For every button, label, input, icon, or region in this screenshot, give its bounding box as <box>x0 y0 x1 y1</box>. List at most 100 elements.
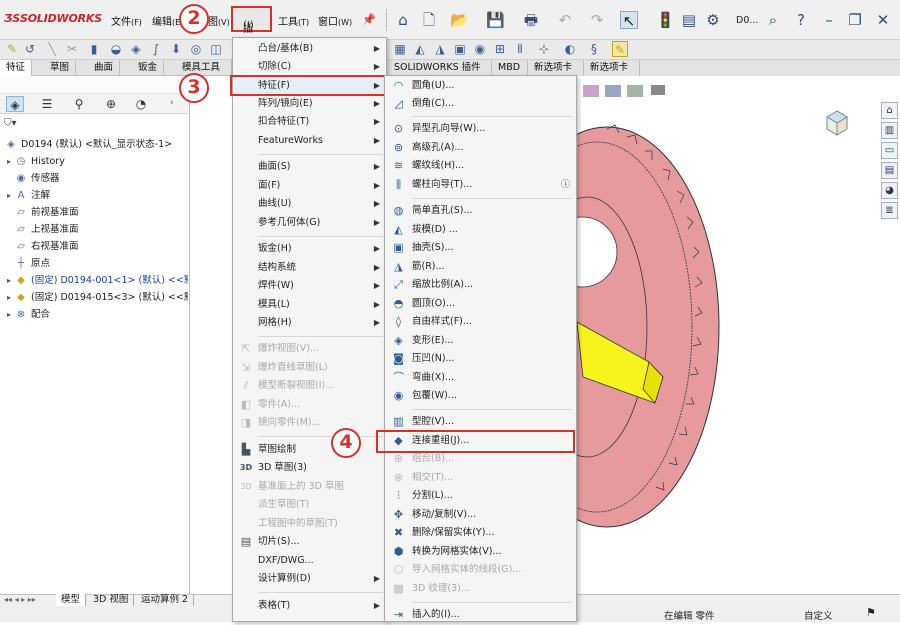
menu-item-fastening-features[interactable]: 扣合特征(T) ▶ <box>233 113 386 131</box>
menu-item-flex[interactable]: ⌒ 弯曲(X)... <box>385 369 576 388</box>
menu-item-scale[interactable]: ⤢ 缩放比例(A)... <box>385 276 576 295</box>
menu-item-shell[interactable]: ▣ 抽壳(S)... <box>385 239 576 258</box>
rib-tool-icon[interactable]: ◭ <box>412 41 428 57</box>
configuration-manager-tab-icon[interactable]: ⚲ <box>70 96 88 112</box>
tab-sheet-metal[interactable]: 钣金 <box>132 60 165 76</box>
menu-item-convert-to-mesh[interactable]: ⬢ 转换为网格实体(V)... <box>385 543 576 562</box>
menu-item-hole-wizard[interactable]: ⊙ 异型孔向导(W)... <box>385 120 576 139</box>
boundary-icon[interactable]: ◫ <box>208 41 224 57</box>
menu-item-simple-hole[interactable]: ◍ 简单直孔(S)... <box>385 202 576 221</box>
menu-item-sketch[interactable]: ▙ 草图绘制 <box>233 441 386 459</box>
tab-mbd[interactable]: MBD <box>492 60 528 76</box>
units-menu-icon[interactable]: ⚑ <box>866 606 876 619</box>
save-icon[interactable]: 💾 <box>486 11 505 29</box>
menu-item-structure-system[interactable]: 结构系统 ▶ <box>233 259 386 277</box>
menu-item-3d-texture[interactable]: ▩ 3D 纹理(3)... <box>385 580 576 599</box>
line-tool-icon[interactable]: ╲ <box>44 41 60 57</box>
minimize-icon[interactable]: – <box>820 11 838 29</box>
menu-item-sheet-metal[interactable]: 钣金(H) ▶ <box>233 240 386 258</box>
menu-item-deform[interactable]: ◈ 变形(E)... <box>385 332 576 351</box>
shell-tool-icon[interactable]: ▣ <box>452 41 468 57</box>
menu-item-cut[interactable]: 切除(C) ▶ <box>233 58 386 76</box>
search-icon[interactable]: ⌕ <box>764 11 782 29</box>
menu-item-3d-sketch[interactable]: 3D 3D 草图(3) <box>233 459 386 477</box>
menu-item-draft[interactable]: ◭ 拔模(D) ... <box>385 221 576 240</box>
tree-item-front-plane[interactable]: ▱ 前视基准面 <box>4 204 78 221</box>
tab-mold-tools[interactable]: 模具工具 <box>176 60 232 76</box>
tree-item-component-015[interactable]: ▸ ◆ (固定) D0194-015<3> (默认) <<默 <box>4 289 188 306</box>
tab-solidworks-addins[interactable]: SOLIDWORKS 插件 <box>388 60 492 76</box>
menu-item-rib[interactable]: ◮ 筋(R)... <box>385 258 576 277</box>
menu-item-wrap[interactable]: ◉ 包覆(W)... <box>385 387 576 406</box>
menu-item-weldments[interactable]: 焊件(W) ▶ <box>233 277 386 295</box>
menu-window[interactable]: 窗口(W) <box>318 13 352 28</box>
tree-item-right-plane[interactable]: ▱ 右视基准面 <box>4 238 78 255</box>
bottom-tab-3d-view[interactable]: 3D 视图 <box>88 594 135 606</box>
menu-item-move-copy[interactable]: ✥ 移动/复制(V)... <box>385 506 576 525</box>
tree-item-mates[interactable]: ▸ ⊗ 配合 <box>4 306 50 323</box>
display-manager-tab-icon[interactable]: ◔ <box>132 96 150 112</box>
menu-item-cosmetic-thread[interactable]: ≋ 螺纹线(H)... <box>385 157 576 176</box>
menu-item-dxf-dwg[interactable]: DXF/DWG... <box>233 552 386 570</box>
revolve-cut-icon[interactable]: ◎ <box>188 41 204 57</box>
custom-properties-icon[interactable]: ≣ <box>881 202 898 219</box>
tree-item-annotations[interactable]: ▸ A 注解 <box>4 187 50 204</box>
help-icon[interactable]: ? <box>792 11 810 29</box>
tab-new-2[interactable]: 新选项卡 <box>584 60 640 76</box>
menu-item-tables[interactable]: 表格(T) ▶ <box>233 597 386 615</box>
menu-item-design-study[interactable]: 设计算例(D) ▶ <box>233 570 386 588</box>
redo-icon[interactable]: ↷ <box>588 11 606 29</box>
menu-item-chamfer[interactable]: ◿ 倒角(C)... <box>385 95 576 114</box>
menu-item-indent[interactable]: ◙ 压凹(N)... <box>385 350 576 369</box>
instant3d-icon[interactable]: ◐ <box>562 41 578 57</box>
bottom-tab-motion-study[interactable]: 运动算例 2 <box>136 594 195 606</box>
rebuild-icon[interactable]: ▤ <box>680 11 698 29</box>
tree-item-origin[interactable]: ┼ 原点 <box>4 255 50 272</box>
print-icon[interactable]: 🖶 <box>522 11 540 29</box>
wrap-tool-icon[interactable]: ◉ <box>472 41 488 57</box>
menu-item-cavity[interactable]: ▥ 型腔(V)... <box>385 413 576 432</box>
tab-nav-arrows[interactable]: ◂◂ ◂ ▸ ▸▸ <box>4 595 36 604</box>
draft-tool-icon[interactable]: ◮ <box>432 41 448 57</box>
traffic-light-icon[interactable]: 🚦 <box>656 11 675 29</box>
dimxpert-tab-icon[interactable]: ⊕ <box>102 96 120 112</box>
home-icon[interactable]: ⌂ <box>394 11 412 29</box>
view-palette-icon[interactable]: ▤ <box>881 162 898 179</box>
smart-dimension-icon[interactable]: ✎ <box>4 41 20 57</box>
menu-item-intersect[interactable]: ⊗ 相交(T)... <box>385 469 576 488</box>
tree-item-sensors[interactable]: ◉ 传感器 <box>4 170 60 187</box>
restore-icon[interactable]: ❐ <box>846 11 864 29</box>
menu-item-stud-wizard[interactable]: ⫼ 螺柱向导(T)... ⓘ <box>385 176 576 195</box>
menu-tools[interactable]: 工具(T) <box>278 13 309 28</box>
panel-expand-icon[interactable]: › <box>170 98 174 108</box>
tree-root[interactable]: ◈ D0194 (默认) <默认_显示状态-1> <box>4 136 172 153</box>
menu-item-3d-sketch-on-plane[interactable]: 3D 基准面上的 3D 草图 <box>233 478 386 496</box>
curves-icon[interactable]: ⊹ <box>536 41 552 57</box>
close-icon[interactable]: ✕ <box>874 11 892 29</box>
filter-icon[interactable]: ⛉▾ <box>4 118 17 129</box>
appearances-icon[interactable]: ◕ <box>881 182 898 199</box>
feature-manager-tab-icon[interactable]: ◈ <box>6 96 24 112</box>
extrude-boss-icon[interactable]: ▮ <box>86 41 102 57</box>
undo-icon[interactable]: ↶ <box>556 11 574 29</box>
menu-item-surface[interactable]: 曲面(S) ▶ <box>233 158 386 176</box>
tree-item-component-001[interactable]: ▸ ◆ (固定) D0194-001<1> (默认) <<默 <box>4 272 188 289</box>
sweep-boss-icon[interactable]: ◈ <box>128 41 144 57</box>
select-cursor-icon[interactable]: ↖ <box>620 11 638 30</box>
menu-insert[interactable]: 插入(I) <box>231 6 272 50</box>
tree-item-history[interactable]: ▸ ◷ History <box>4 153 65 170</box>
menu-item-face[interactable]: 面(F) ▶ <box>233 177 386 195</box>
reference-geometry-icon[interactable]: ⫴ <box>512 41 528 57</box>
menu-item-part[interactable]: ◧ 零件(A)... <box>233 396 386 414</box>
menu-item-molds[interactable]: 模具(L) ▶ <box>233 296 386 314</box>
menu-item-fillet[interactable]: ◠ 圆角(U)... <box>385 77 576 96</box>
bottom-tab-model[interactable]: 模型 <box>56 594 87 606</box>
menu-item-featureworks[interactable]: FeatureWorks ▶ <box>233 132 386 150</box>
menu-item-exploded-view[interactable]: ⇱ 爆炸视图(V)... <box>233 340 386 358</box>
tab-features[interactable]: 特征 <box>0 60 33 76</box>
options-gear-icon[interactable]: ⚙ <box>704 11 722 29</box>
menu-item-explode-line-sketch[interactable]: ⇲ 爆炸直线草图(L) <box>233 359 386 377</box>
open-icon[interactable]: 📂 <box>450 11 469 29</box>
resources-home-icon[interactable]: ⌂ <box>881 102 898 119</box>
menu-item-mirror-part[interactable]: ◨ 镜向零件(M)... <box>233 414 386 432</box>
